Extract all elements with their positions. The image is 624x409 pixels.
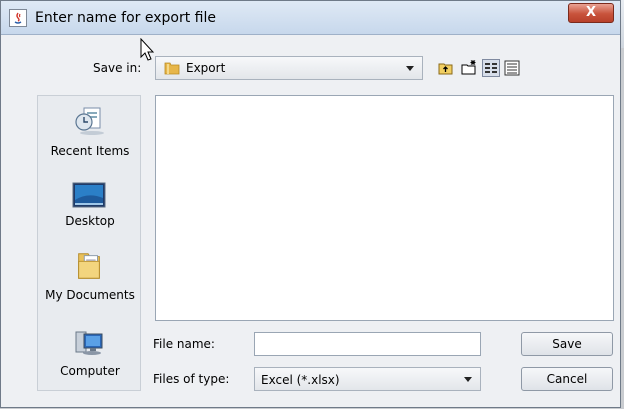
place-my-documents[interactable]: My Documents <box>38 250 142 312</box>
create-new-folder-icon[interactable] <box>460 59 478 77</box>
computer-icon <box>75 331 103 355</box>
list-view-icon[interactable] <box>482 59 500 77</box>
file-type-label: Files of type: <box>153 372 230 386</box>
place-label: My Documents <box>45 288 135 302</box>
my-documents-icon <box>78 253 100 279</box>
recent-items-icon <box>75 107 104 135</box>
chevron-down-icon <box>464 377 472 382</box>
place-desktop[interactable]: Desktop <box>38 178 142 240</box>
desktop-icon <box>72 182 106 208</box>
file-name-label: File name: <box>153 337 215 351</box>
title-bar[interactable]: Enter name for export file X <box>1 1 620 35</box>
place-label: Computer <box>60 364 120 378</box>
folder-icon <box>164 62 180 75</box>
dialog-title: Enter name for export file <box>35 10 217 26</box>
details-view-icon[interactable] <box>503 59 521 77</box>
file-name-input[interactable] <box>254 332 481 356</box>
places-bar: Recent Items Desktop My Documents Comput… <box>37 95 141 391</box>
save-button[interactable]: Save <box>521 332 613 356</box>
save-in-value: Export <box>186 61 226 75</box>
java-app-icon <box>9 9 27 27</box>
close-button[interactable]: X <box>568 3 614 23</box>
file-type-value: Excel (*.xlsx) <box>261 373 340 387</box>
place-computer[interactable]: Computer <box>38 326 142 388</box>
place-label: Recent Items <box>50 144 130 158</box>
up-one-level-icon[interactable] <box>437 59 455 77</box>
place-recent-items[interactable]: Recent Items <box>38 102 142 164</box>
file-list[interactable] <box>155 95 614 321</box>
save-in-dropdown[interactable]: Export <box>155 56 423 80</box>
place-label: Desktop <box>65 214 115 228</box>
dialog-body: Save in: Export Recent Items Desktop My … <box>1 35 620 407</box>
chevron-down-icon <box>406 66 414 71</box>
mouse-cursor-icon <box>140 38 155 61</box>
file-type-dropdown[interactable]: Excel (*.xlsx) <box>254 367 481 391</box>
export-file-dialog: Enter name for export file X Save in: Ex… <box>0 0 621 408</box>
save-in-label: Save in: <box>93 61 142 75</box>
close-icon: X <box>585 5 597 20</box>
cancel-button[interactable]: Cancel <box>521 367 613 391</box>
